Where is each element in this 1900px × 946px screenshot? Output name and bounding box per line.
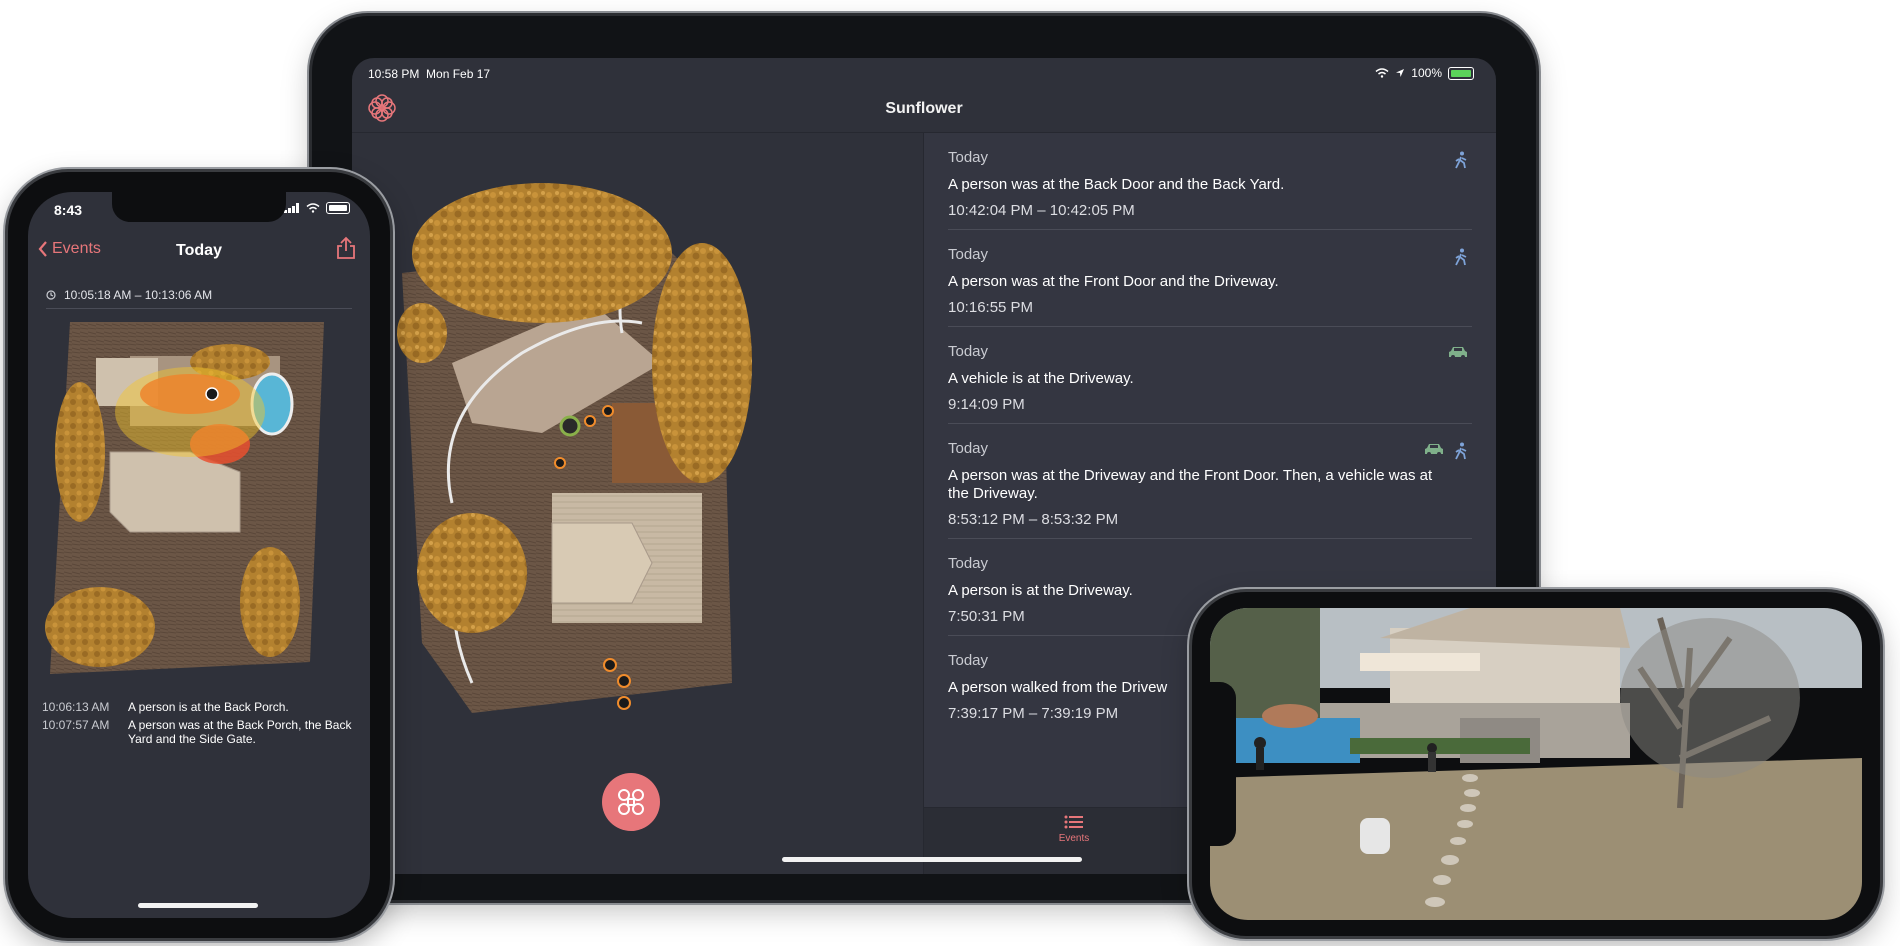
tree-canopy [1620,618,1800,778]
house-gable [551,522,653,604]
status-time: 8:43 [54,202,83,218]
event-description: A person was at the Back Door and the Ba… [948,176,1285,193]
person-walking-icon [1455,442,1467,460]
home-indicator[interactable] [138,903,258,908]
tree-cluster [45,587,155,667]
event-time: 10:16:55 PM [948,299,1034,316]
person-marker [617,674,631,688]
event-log: 10:06:13 AM A person is at the Back Porc… [42,700,358,750]
event-time: 9:14:09 PM [948,396,1025,413]
log-row[interactable]: 10:06:13 AM A person is at the Back Porc… [42,700,358,714]
log-time: 10:06:13 AM [42,700,110,714]
time-range: 10:05:18 AM – 10:13:06 AM [46,282,352,309]
wifi-icon [306,203,320,213]
iphone-device: 8:43 Events Today 10:05:18 AM – 10:13:06… [8,172,390,938]
person [1428,752,1436,772]
drone-marker [559,415,581,437]
lawn [1210,758,1862,920]
person-marker [603,658,617,672]
time-range-text: 10:05:18 AM – 10:13:06 AM [64,288,213,302]
share-icon[interactable] [336,236,356,260]
event-description: A person was at the Driveway and the Fro… [948,467,1433,502]
patio-cover [1360,653,1480,671]
signal-icon [284,203,299,213]
aerial-camera-view [1210,608,1862,920]
car-icon [1425,444,1443,456]
battery-icon [1448,66,1474,80]
log-time: 10:07:57 AM [42,718,110,732]
ipad-status-bar: 10:58 PM Mon Feb 17 100% [352,58,1496,86]
notch [1210,682,1236,846]
home-indicator[interactable] [782,857,1082,862]
property-map-pane[interactable] [352,133,923,874]
event-item[interactable]: Today A person was at the Back Door and … [948,133,1472,230]
camera-feed[interactable] [1210,608,1862,920]
tab-events-label: Events [1058,833,1090,844]
person [1256,748,1264,770]
tree-cluster-2 [652,243,752,483]
event-day: Today [948,440,989,457]
battery-icon [326,202,350,214]
person [1254,737,1266,749]
heatmap-zone [115,367,265,457]
person-marker [602,405,614,417]
event-day: Today [948,555,989,572]
battery-percent: 100% [1411,66,1442,80]
tree-cluster-3 [417,513,527,633]
clock-icon [46,290,56,300]
hedge [1350,738,1530,754]
notch [112,192,286,222]
location-icon [1396,69,1405,77]
tree-cluster-4 [397,303,447,363]
back-button[interactable]: Events [38,240,101,258]
heatmap-property-map[interactable] [40,322,356,694]
event-day: Today [948,149,989,166]
person-marker [584,415,596,427]
app-title: Sunflower [885,100,963,117]
iphone-landscape-device [1192,592,1880,936]
wifi-icon [1375,68,1389,78]
person-walking-icon [1455,151,1467,169]
sensor-device [1360,818,1390,854]
event-day: Today [948,343,989,360]
drone-icon [618,789,644,815]
person [1427,743,1437,753]
spa [1262,704,1318,728]
back-label: Events [52,240,101,257]
log-text: A person was at the Back Porch, the Back… [128,718,352,746]
person-marker [617,696,631,710]
tree-cluster-1 [412,183,672,323]
drone-launch-button[interactable] [602,773,660,831]
status-time: 10:58 PM [368,67,420,81]
ipad-nav-bar: Sunflower [352,86,1496,133]
tree-cluster [240,547,300,657]
event-description: A vehicle is at the Driveway. [948,370,1134,387]
property-map[interactable] [392,163,772,713]
iphone-screen: 8:43 Events Today 10:05:18 AM – 10:13:06… [28,192,370,918]
event-description: A person was at the Front Door and the D… [948,273,1279,290]
event-item[interactable]: Today A vehicle is at the Driveway. 9:14… [948,327,1472,424]
event-time: 8:53:12 PM – 8:53:32 PM [948,511,1119,528]
drone-marker [205,387,219,401]
tab-events[interactable]: Events [1044,814,1104,844]
person-marker [554,457,566,469]
event-day: Today [948,246,989,263]
event-item[interactable]: Today A person was at the Driveway and t… [948,424,1472,539]
iphone-nav-bar: Events Today [28,232,370,272]
status-date: Mon Feb 17 [426,67,491,81]
house-roof [109,451,241,533]
log-row[interactable]: 10:07:57 AM A person was at the Back Por… [42,718,358,746]
event-time: 10:42:04 PM – 10:42:05 PM [948,202,1135,219]
car-icon [1449,347,1467,359]
log-text: A person is at the Back Porch. [128,700,289,714]
person-walking-icon [1455,248,1467,266]
chevron-left-icon [38,241,47,257]
list-icon [1064,815,1083,829]
tree-cluster [55,382,105,522]
event-item[interactable]: Today A person was at the Front Door and… [948,230,1472,327]
